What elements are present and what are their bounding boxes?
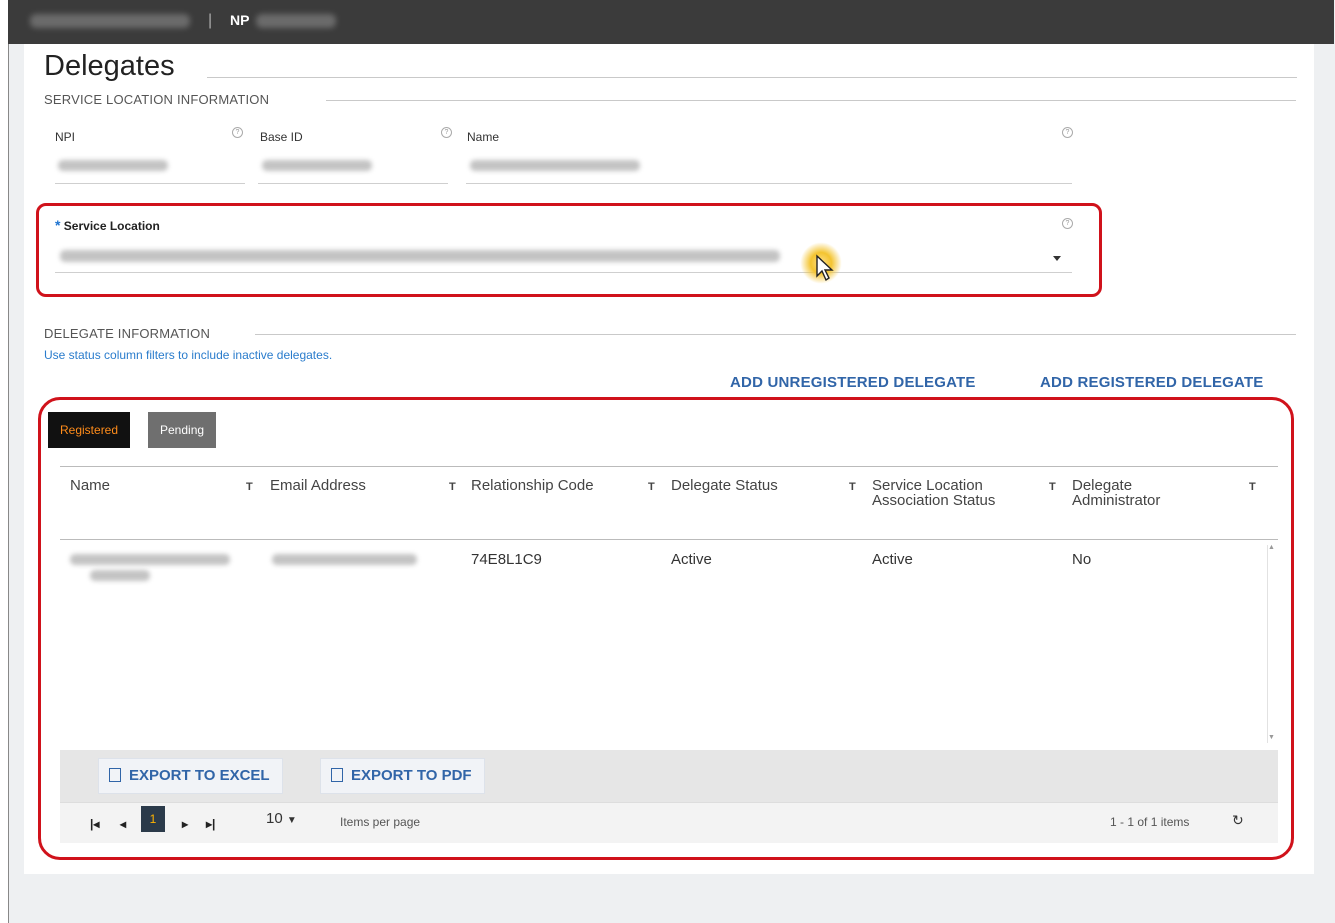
service-location-label-text: Service Location	[63, 219, 160, 233]
column-header-association-status[interactable]: Service Location Association Status	[872, 478, 1017, 508]
table-scrollbar[interactable]	[1267, 545, 1276, 743]
npi-value	[58, 160, 168, 171]
association-status-cell: Active	[872, 551, 913, 568]
name-underline	[466, 183, 1072, 184]
delegate-status-cell: Active	[671, 551, 712, 568]
redacted-np-value	[256, 14, 336, 28]
delegate-name-cell-line2	[90, 570, 150, 581]
filter-icon[interactable]: T	[1049, 481, 1056, 493]
add-unregistered-delegate-button[interactable]: ADD UNREGISTERED DELEGATE	[730, 374, 976, 391]
add-registered-delegate-button[interactable]: ADD REGISTERED DELEGATE	[1040, 374, 1264, 391]
service-location-label: * Service Location	[55, 217, 160, 233]
section-divider	[255, 334, 1296, 335]
base-id-value	[262, 160, 372, 171]
column-header-delegate-status[interactable]: Delegate Status	[671, 478, 831, 493]
service-location-help-icon[interactable]: ?	[1062, 218, 1073, 229]
next-page-icon[interactable]: ▸	[182, 817, 188, 831]
filter-icon[interactable]: T	[1249, 481, 1256, 493]
table-header-bottom-border	[60, 539, 1278, 540]
required-star-icon: *	[55, 217, 61, 233]
first-page-icon[interactable]: |◂	[90, 817, 99, 831]
mouse-cursor-icon	[816, 254, 834, 282]
base-id-help-icon[interactable]: ?	[441, 127, 452, 138]
export-pdf-label: EXPORT TO PDF	[351, 767, 472, 784]
npi-label: NPI	[55, 130, 76, 144]
page-size-value: 10	[266, 810, 283, 827]
column-header-relationship-code[interactable]: Relationship Code	[471, 478, 596, 493]
scroll-down-icon[interactable]: ▼	[1268, 734, 1275, 741]
service-location-value	[60, 250, 780, 262]
service-location-dropdown[interactable]	[55, 272, 1072, 273]
filter-icon[interactable]: T	[648, 481, 655, 493]
column-header-delegate-administrator[interactable]: Delegate Administrator	[1072, 478, 1207, 508]
chevron-down-icon: ▼	[286, 815, 297, 826]
topbar-separator: |	[208, 12, 213, 29]
title-divider	[207, 77, 1297, 78]
redacted-org-name	[30, 14, 190, 28]
export-pdf-button[interactable]: EXPORT TO PDF	[320, 758, 485, 794]
section-divider	[326, 100, 1296, 101]
top-bar: | NP	[8, 0, 1334, 44]
excel-file-icon	[109, 768, 121, 782]
last-page-icon[interactable]: ▸|	[206, 817, 215, 831]
service-location-info-heading: SERVICE LOCATION INFORMATION	[44, 92, 270, 107]
delegate-email-cell	[272, 554, 417, 565]
delegate-name-cell	[70, 554, 230, 565]
pager-bar	[60, 802, 1278, 843]
column-header-email[interactable]: Email Address	[270, 478, 430, 493]
filter-hint-text: Use status column filters to include ina…	[44, 348, 333, 362]
filter-icon[interactable]: T	[449, 481, 456, 493]
table-header-top-border	[60, 466, 1278, 467]
scroll-up-icon[interactable]: ▲	[1268, 544, 1275, 551]
topbar-np-label: NP	[230, 12, 250, 28]
page-size-select[interactable]: 10 ▼	[266, 810, 297, 827]
administrator-cell: No	[1072, 551, 1092, 568]
page-title: Delegates	[44, 50, 175, 82]
npi-help-icon[interactable]: ?	[232, 127, 243, 138]
relationship-code-cell: 74E8L1C9	[471, 551, 542, 568]
tab-pending[interactable]: Pending	[148, 412, 217, 448]
base-id-label: Base ID	[260, 130, 303, 144]
current-page-button[interactable]: 1	[141, 806, 165, 832]
previous-page-icon[interactable]: ◂	[120, 817, 126, 831]
name-help-icon[interactable]: ?	[1062, 127, 1073, 138]
name-value	[470, 160, 640, 171]
filter-icon[interactable]: T	[246, 481, 253, 493]
export-excel-label: EXPORT TO EXCEL	[129, 767, 270, 784]
items-per-page-label: Items per page	[340, 815, 421, 829]
base-id-underline	[258, 183, 448, 184]
chevron-down-icon[interactable]	[1053, 256, 1061, 261]
refresh-icon[interactable]: ↻	[1232, 812, 1244, 829]
item-count: 1 - 1 of 1 items	[1110, 815, 1190, 829]
tab-registered[interactable]: Registered	[48, 412, 131, 448]
export-excel-button[interactable]: EXPORT TO EXCEL	[98, 758, 283, 794]
npi-underline	[55, 183, 245, 184]
column-header-name[interactable]: Name	[70, 478, 230, 493]
filter-icon[interactable]: T	[849, 481, 856, 493]
delegate-info-heading: DELEGATE INFORMATION	[44, 326, 211, 341]
name-label: Name	[467, 130, 500, 144]
pdf-file-icon	[331, 768, 343, 782]
